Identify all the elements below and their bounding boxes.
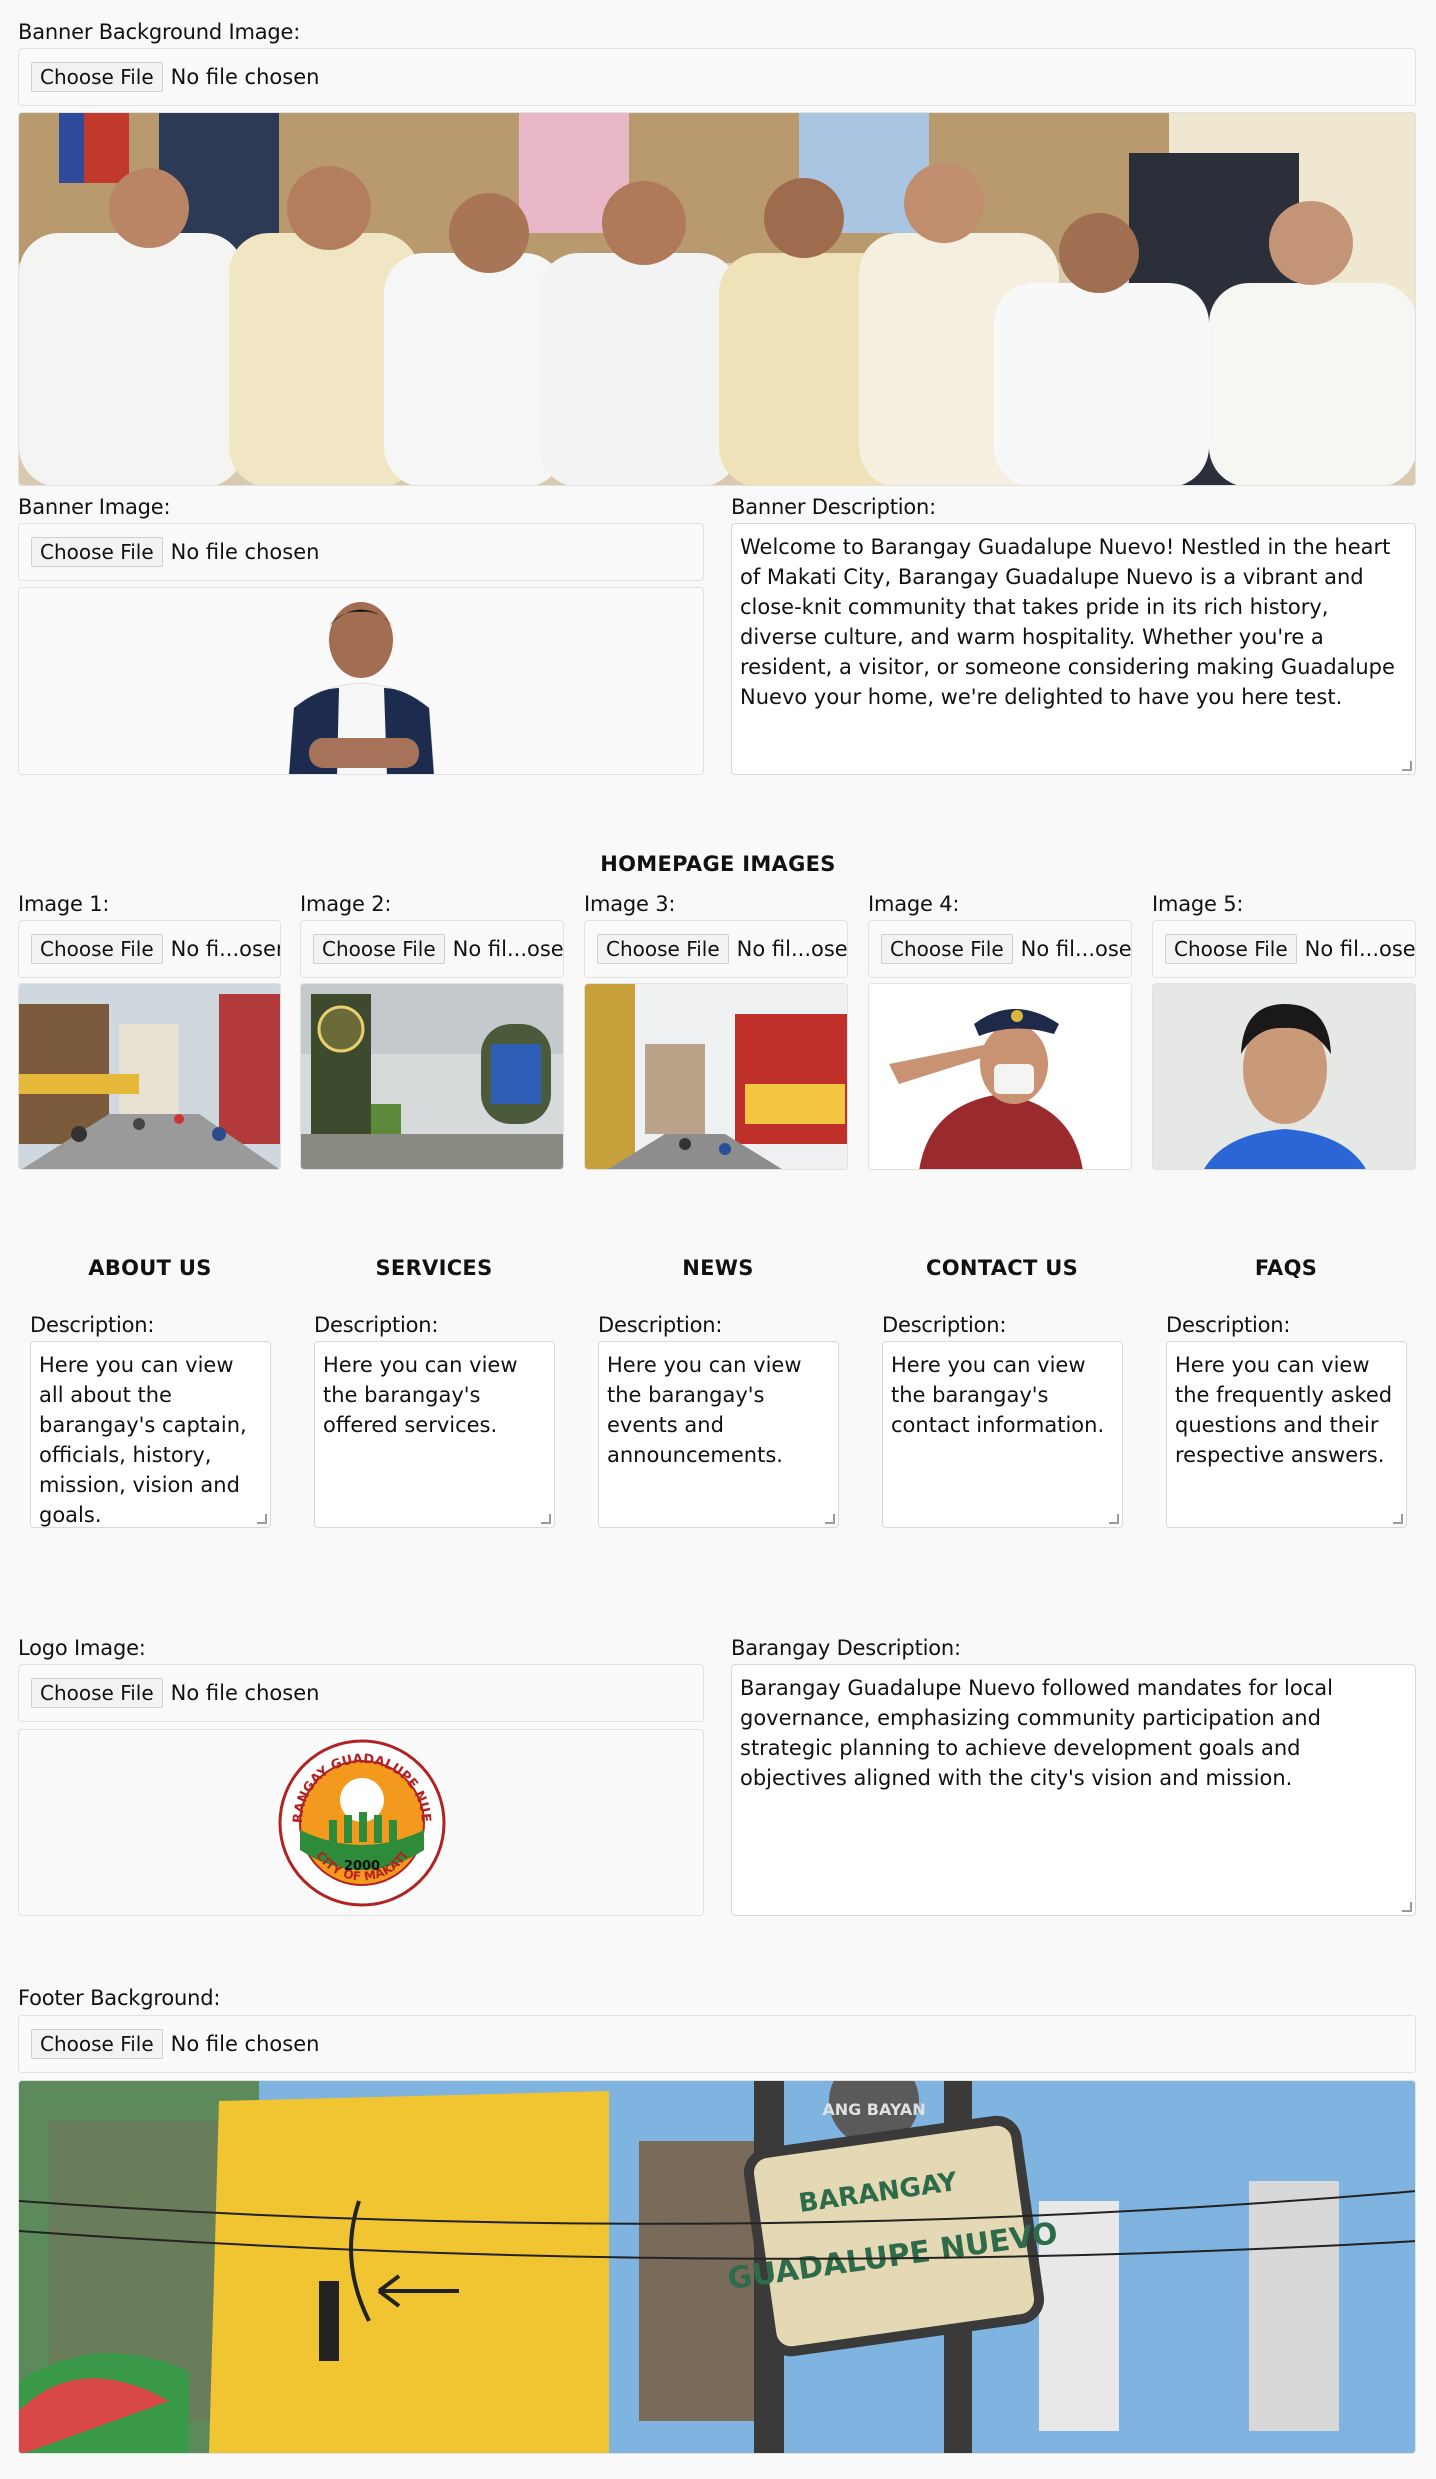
captain-portrait <box>19 588 703 774</box>
image-2-file-input[interactable]: Choose File No fil...osen <box>300 920 564 978</box>
street-scene-1 <box>19 984 280 1169</box>
image-5-file-status: No fil...osen <box>1304 937 1416 961</box>
street-scene-2 <box>585 984 847 1169</box>
banner-bg-label: Banner Background Image: <box>18 20 301 44</box>
image-2-preview <box>300 983 564 1170</box>
footer-background-label: Footer Background: <box>18 1986 221 2010</box>
footer-street-sign-photo: ANG BAYAN BARANGAY GUADALUPE NUEVO <box>19 2081 1415 2453</box>
cadet-salute-photo <box>869 984 1131 1169</box>
faqs-description-label: Description: <box>1166 1313 1291 1337</box>
faqs-description-textarea[interactable]: Here you can view the frequently asked q… <box>1166 1341 1407 1528</box>
banner-image-choose-file-button[interactable]: Choose File <box>31 537 163 567</box>
faqs-title: FAQS <box>1254 1256 1318 1280</box>
services-description-textarea[interactable]: Here you can view the barangay's offered… <box>314 1341 555 1528</box>
contact-us-description-label: Description: <box>882 1313 1007 1337</box>
banner-bg-file-status: No file chosen <box>170 65 320 89</box>
image-1-label: Image 1: <box>18 892 110 916</box>
image-4-file-status: No fil...osen <box>1020 937 1132 961</box>
footer-file-input[interactable]: Choose File No file chosen <box>18 2015 1416 2073</box>
about-us-description-textarea[interactable]: Here you can view all about the barangay… <box>30 1341 271 1528</box>
logo-file-status: No file chosen <box>170 1681 320 1705</box>
barangay-description-textarea[interactable]: Barangay Guadalupe Nuevo followed mandat… <box>731 1664 1416 1916</box>
banner-bg-preview <box>18 112 1416 486</box>
logo-image-label: Logo Image: <box>18 1636 146 1660</box>
barangay-description-label: Barangay Description: <box>731 1636 961 1660</box>
contact-us-description-textarea[interactable]: Here you can view the barangay's contact… <box>882 1341 1123 1528</box>
image-1-file-status: No fi...osen <box>170 937 281 961</box>
sign-small-text: ANG BAYAN <box>822 2100 925 2119</box>
image-4-file-input[interactable]: Choose File No fil...osen <box>868 920 1132 978</box>
news-description-textarea[interactable]: Here you can view the barangay's events … <box>598 1341 839 1528</box>
image-2-label: Image 2: <box>300 892 392 916</box>
image-2-choose-file-button[interactable]: Choose File <box>313 934 445 964</box>
news-description-label: Description: <box>598 1313 723 1337</box>
banner-bg-choose-file-button[interactable]: Choose File <box>31 62 163 92</box>
banner-description-textarea[interactable]: Welcome to Barangay Guadalupe Nuevo! Nes… <box>731 523 1416 775</box>
image-4-label: Image 4: <box>868 892 960 916</box>
resident-portrait <box>1153 984 1415 1169</box>
contact-us-title: CONTACT US <box>925 1256 1078 1280</box>
logo-file-input[interactable]: Choose File No file chosen <box>18 1664 704 1722</box>
image-4-preview <box>868 983 1132 1170</box>
image-1-choose-file-button[interactable]: Choose File <box>31 934 163 964</box>
about-us-description-label: Description: <box>30 1313 155 1337</box>
banner-image-preview <box>18 587 704 775</box>
services-title: SERVICES <box>375 1256 493 1280</box>
image-5-label: Image 5: <box>1152 892 1244 916</box>
footer-background-preview: ANG BAYAN BARANGAY GUADALUPE NUEVO <box>18 2080 1416 2454</box>
banner-image-file-status: No file chosen <box>170 540 320 564</box>
image-3-label: Image 3: <box>584 892 676 916</box>
logo-choose-file-button[interactable]: Choose File <box>31 1678 163 1708</box>
about-us-title: ABOUT US <box>88 1256 212 1280</box>
banner-image-label: Banner Image: <box>18 495 171 519</box>
image-5-file-input[interactable]: Choose File No fil...osen <box>1152 920 1416 978</box>
banner-description-label: Banner Description: <box>731 495 937 519</box>
seal-year-text: 2000 <box>344 1859 380 1874</box>
image-3-file-status: No fil...osen <box>736 937 848 961</box>
image-3-preview <box>584 983 848 1170</box>
image-1-file-input[interactable]: Choose File No fi...osen <box>18 920 281 978</box>
news-title: NEWS <box>682 1256 754 1280</box>
image-5-preview <box>1152 983 1416 1170</box>
image-3-file-input[interactable]: Choose File No fil...osen <box>584 920 848 978</box>
banner-group-photo <box>19 113 1415 485</box>
image-1-preview <box>18 983 281 1170</box>
image-5-choose-file-button[interactable]: Choose File <box>1165 934 1297 964</box>
footer-choose-file-button[interactable]: Choose File <box>31 2029 163 2059</box>
footer-file-status: No file chosen <box>170 2032 320 2056</box>
banner-image-file-input[interactable]: Choose File No file chosen <box>18 523 704 581</box>
image-3-choose-file-button[interactable]: Choose File <box>597 934 729 964</box>
banner-bg-file-input[interactable]: Choose File No file chosen <box>18 48 1416 106</box>
homepage-images-title: HOMEPAGE IMAGES <box>600 852 836 876</box>
barangay-seal-logo: BARANGAY GUADALUPE NUEVO CITY OF MAKATI … <box>19 1730 446 1907</box>
services-description-label: Description: <box>314 1313 439 1337</box>
image-4-choose-file-button[interactable]: Choose File <box>881 934 1013 964</box>
image-2-file-status: No fil...osen <box>452 937 564 961</box>
logo-preview: BARANGAY GUADALUPE NUEVO CITY OF MAKATI … <box>18 1729 704 1916</box>
barangay-marker-sign <box>301 984 563 1169</box>
